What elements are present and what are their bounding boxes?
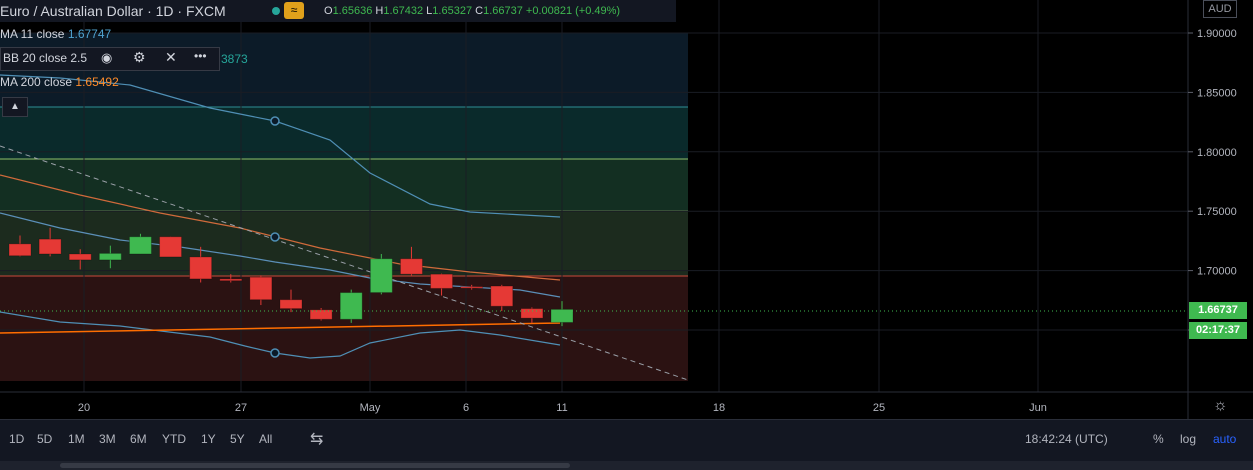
- y-tick-label: 1.75000: [1197, 206, 1237, 218]
- last-price-tag: 1.66737: [1189, 302, 1247, 319]
- bar-countdown: 02:17:37: [1189, 322, 1247, 339]
- candle-body[interactable]: [219, 278, 243, 282]
- x-tick-label: 18: [713, 402, 725, 414]
- bb-value: 3873: [221, 52, 248, 66]
- candle-body[interactable]: [430, 273, 454, 289]
- ohlc-readout: O1.65636 H1.67432 L1.65327 C1.66737 +0.0…: [324, 5, 621, 17]
- status-dot-icon: [272, 7, 280, 15]
- anchor-point[interactable]: [270, 232, 280, 242]
- range-5d[interactable]: 5D: [37, 432, 52, 446]
- x-tick-label: 6: [463, 402, 469, 414]
- candle-body[interactable]: [159, 236, 183, 258]
- range-3m[interactable]: 3M: [99, 432, 116, 446]
- range-1y[interactable]: 1Y: [201, 432, 216, 446]
- band-4: [0, 211, 688, 276]
- anchor-point[interactable]: [270, 116, 280, 126]
- wave-icon[interactable]: ≈: [284, 2, 304, 19]
- gear-icon[interactable]: ⚙: [133, 49, 146, 66]
- range-ytd[interactable]: YTD: [162, 432, 186, 446]
- candle-body[interactable]: [520, 308, 544, 319]
- range-all[interactable]: All: [259, 432, 272, 446]
- x-tick-label: 27: [235, 402, 247, 414]
- candle-body[interactable]: [399, 258, 423, 275]
- eye-icon[interactable]: ◉: [101, 50, 112, 66]
- log-toggle[interactable]: log: [1180, 432, 1196, 446]
- currency-badge[interactable]: AUD: [1203, 0, 1237, 18]
- settings-icon[interactable]: ☼: [1213, 397, 1228, 415]
- candle-body[interactable]: [249, 276, 273, 301]
- auto-toggle[interactable]: auto: [1213, 432, 1236, 446]
- x-tick-label: May: [360, 402, 381, 414]
- range-1m[interactable]: 1M: [68, 432, 85, 446]
- candle-body[interactable]: [279, 299, 303, 310]
- y-tick-label: 1.85000: [1197, 87, 1237, 99]
- x-tick-label: 20: [78, 402, 90, 414]
- candle-body[interactable]: [189, 256, 213, 280]
- candle-body[interactable]: [38, 238, 62, 255]
- x-tick-label: 11: [556, 402, 567, 414]
- x-tick-label: Jun: [1029, 402, 1047, 414]
- candle-body[interactable]: [98, 252, 122, 261]
- range-6m[interactable]: 6M: [130, 432, 147, 446]
- indicator-ma11[interactable]: MA 11 close 1.67747: [0, 27, 111, 41]
- scrollbar-thumb[interactable]: [60, 463, 570, 468]
- x-tick-label: 25: [873, 402, 885, 414]
- y-tick-label: 1.80000: [1197, 147, 1237, 159]
- scrollbar[interactable]: [0, 461, 1253, 470]
- indicator-bb[interactable]: BB 20 close 2.5 ◉ ⚙ ✕ •••: [0, 47, 220, 71]
- collapse-legend-button[interactable]: ▲: [2, 97, 28, 117]
- y-tick-label: 1.70000: [1197, 266, 1237, 278]
- candle-body[interactable]: [460, 286, 484, 289]
- indicator-ma200[interactable]: MA 200 close 1.65492: [0, 75, 119, 89]
- candle-body[interactable]: [68, 253, 92, 261]
- y-tick-label: 1.90000: [1197, 28, 1237, 40]
- bottom-toolbar: 1D 5D 1M 3M 6M YTD 1Y 5Y All ⇆ 18:42:24 …: [0, 419, 1253, 462]
- more-icon[interactable]: •••: [194, 49, 207, 63]
- anchor-point[interactable]: [270, 348, 280, 358]
- candle-body[interactable]: [490, 285, 514, 307]
- candle-body[interactable]: [128, 236, 152, 255]
- percent-toggle[interactable]: %: [1153, 432, 1164, 446]
- candle-body[interactable]: [550, 308, 574, 323]
- close-icon[interactable]: ✕: [165, 49, 177, 66]
- date-range-icon[interactable]: ⇆: [310, 429, 323, 449]
- symbol-title[interactable]: Euro / Australian Dollar · 1D · FXCM: [0, 3, 226, 19]
- candle-body[interactable]: [339, 292, 363, 320]
- candle-body[interactable]: [8, 243, 32, 257]
- range-5y[interactable]: 5Y: [230, 432, 245, 446]
- range-1d[interactable]: 1D: [9, 432, 24, 446]
- utc-time[interactable]: 18:42:24 (UTC): [1025, 432, 1108, 446]
- band-bottom: [0, 276, 688, 381]
- candle-body[interactable]: [369, 258, 393, 294]
- band-3: [0, 159, 688, 211]
